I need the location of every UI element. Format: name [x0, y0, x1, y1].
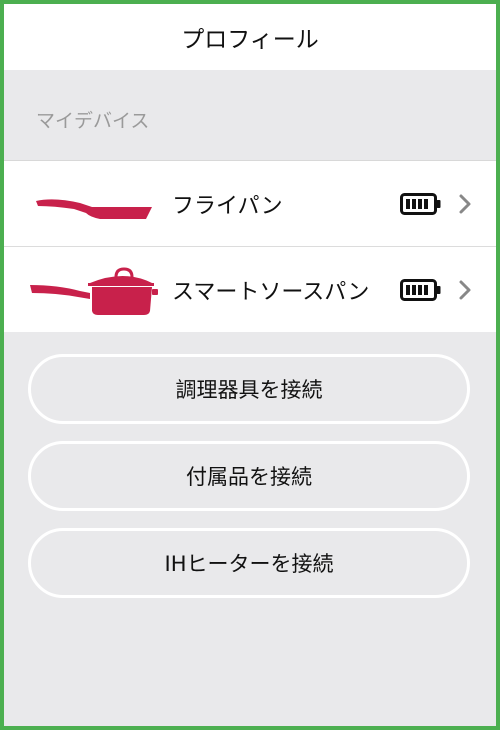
page-header: プロフィール [4, 4, 496, 70]
connect-accessory-button[interactable]: 付属品を接続 [28, 441, 470, 511]
device-row-smart-saucepan[interactable]: スマートソースパン [4, 247, 496, 332]
saucepan-icon [30, 267, 158, 315]
section-title-my-devices: マイデバイス [36, 110, 150, 132]
button-label: 調理器具を接続 [175, 378, 323, 402]
app-frame: プロフィール マイデバイス フライパン スマートソースパン 調理器具を接続 付属… [0, 0, 500, 730]
battery-full-icon [400, 278, 441, 301]
button-label: IHヒーターを接続 [164, 552, 334, 576]
device-row-frying-pan[interactable]: フライパン [4, 161, 496, 247]
battery-full-icon [400, 192, 441, 215]
page-title: プロフィール [181, 27, 319, 53]
chevron-right-icon [459, 194, 471, 213]
device-name: フライパン [172, 193, 283, 219]
device-name: スマートソースパン [172, 279, 370, 305]
device-list: フライパン スマートソースパン [4, 160, 496, 332]
frying-pan-icon [36, 199, 152, 219]
connect-cookware-button[interactable]: 調理器具を接続 [28, 354, 470, 424]
chevron-right-icon [459, 280, 471, 299]
connect-ih-heater-button[interactable]: IHヒーターを接続 [28, 528, 470, 598]
button-label: 付属品を接続 [186, 465, 312, 489]
